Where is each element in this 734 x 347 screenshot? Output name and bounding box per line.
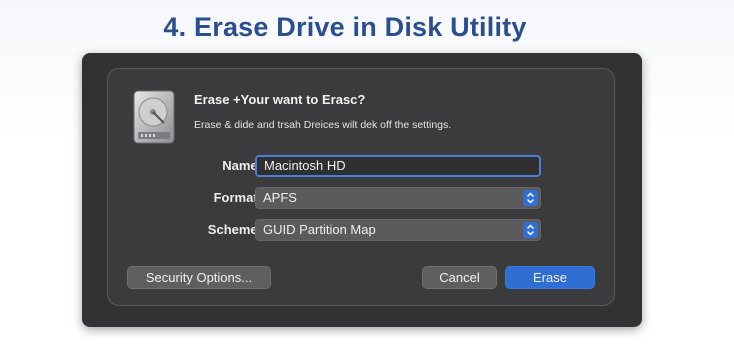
format-select[interactable]: APFS (255, 187, 541, 209)
format-value: APFS (263, 190, 297, 205)
name-input[interactable]: Macintosh HD (255, 155, 541, 177)
page-heading: 4. Erase Drive in Disk Utility (163, 12, 527, 42)
security-options-button[interactable]: Security Options... (127, 266, 271, 289)
disk-utility-window: Erase +Your want to Erasc? Erase & dide … (82, 53, 642, 327)
chevron-up-down-icon (523, 222, 538, 238)
cancel-button[interactable]: Cancel (422, 266, 497, 289)
hard-drive-icon (133, 90, 175, 144)
scheme-value: GUID Partition Map (263, 222, 376, 237)
dialog-title: Erase +Your want to Erasc? (194, 92, 366, 107)
name-value: Macintosh HD (264, 158, 346, 173)
erase-button[interactable]: Erase (505, 266, 595, 289)
scheme-label: Scheme: (207, 222, 262, 237)
chevron-up-down-icon (523, 190, 538, 206)
erase-dialog: Erase +Your want to Erasc? Erase & dide … (107, 68, 615, 306)
tutorial-page: 4. Erase Drive in Disk Utility Erase +Yo… (0, 0, 734, 347)
scheme-select[interactable]: GUID Partition Map (255, 219, 541, 241)
dialog-message: Erase & dide and trsah Dreices wilt dek … (194, 119, 452, 131)
